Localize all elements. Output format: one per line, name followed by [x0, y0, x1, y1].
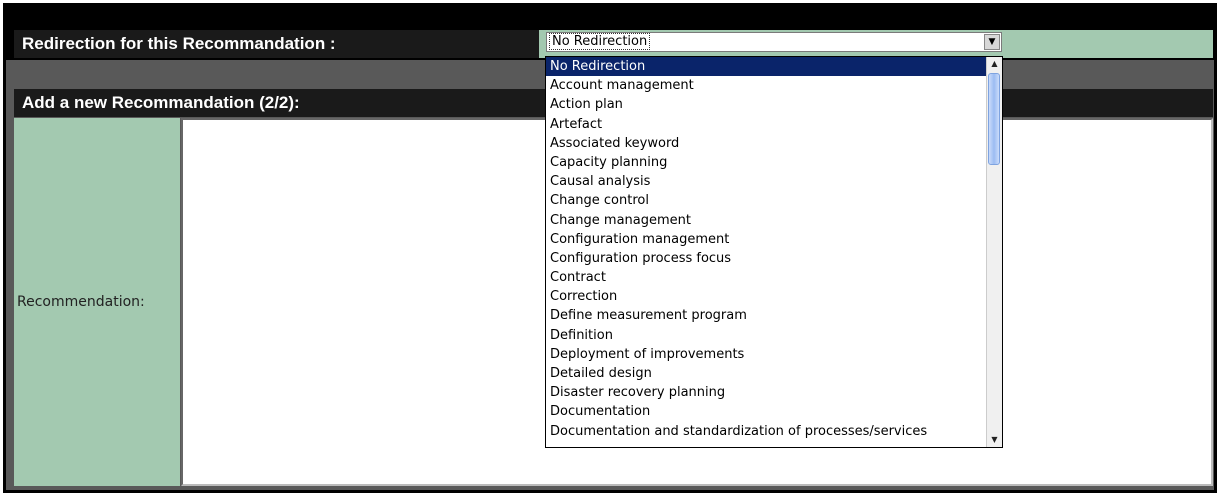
dropdown-option[interactable]: Associated keyword: [546, 134, 986, 153]
dropdown-option[interactable]: Change management: [546, 211, 986, 230]
dropdown-option[interactable]: Correction: [546, 287, 986, 306]
redirection-dropdown-list[interactable]: No Redirection Account management Action p…: [545, 56, 1003, 448]
dropdown-option[interactable]: Artefact: [546, 115, 986, 134]
dropdown-option[interactable]: Detailed design: [546, 364, 986, 383]
dropdown-scrollbar[interactable]: ▲ ▼: [986, 57, 1002, 447]
dropdown-option[interactable]: Disaster recovery planning: [546, 383, 986, 402]
dropdown-option[interactable]: Deployment of improvements: [546, 345, 986, 364]
redirection-label: Redirection for this Recommandation :: [14, 30, 539, 58]
scrollbar-thumb[interactable]: [988, 73, 1000, 165]
dropdown-option[interactable]: Action plan: [546, 95, 986, 114]
chevron-down-icon[interactable]: ▼: [984, 34, 1000, 50]
dropdown-option[interactable]: Configuration management: [546, 230, 986, 249]
redirection-select[interactable]: No Redirection ▼: [546, 32, 1002, 52]
dropdown-option[interactable]: No Redirection: [546, 57, 986, 77]
dropdown-option[interactable]: Account management: [546, 76, 986, 95]
dropdown-option[interactable]: Definition: [546, 326, 986, 345]
dropdown-option[interactable]: Configuration process focus: [546, 249, 986, 268]
dropdown-option[interactable]: Contract: [546, 268, 986, 287]
dropdown-option[interactable]: Documentation: [546, 402, 986, 421]
redirection-select-value: No Redirection: [548, 33, 651, 50]
arrow-down-icon[interactable]: ▼: [987, 433, 1002, 447]
dropdown-option[interactable]: Define measurement program: [546, 306, 986, 325]
dropdown-options: No Redirection Account management Action p…: [546, 57, 986, 441]
dropdown-option[interactable]: Documentation and standardization of pro…: [546, 422, 986, 441]
arrow-up-icon[interactable]: ▲: [987, 57, 1002, 71]
dropdown-option[interactable]: Causal analysis: [546, 172, 986, 191]
dropdown-option[interactable]: Capacity planning: [546, 153, 986, 172]
recommendation-label-text: Recommendation:: [17, 294, 145, 310]
dropdown-option[interactable]: Change control: [546, 191, 986, 210]
recommendation-label: Recommendation:: [14, 118, 180, 486]
